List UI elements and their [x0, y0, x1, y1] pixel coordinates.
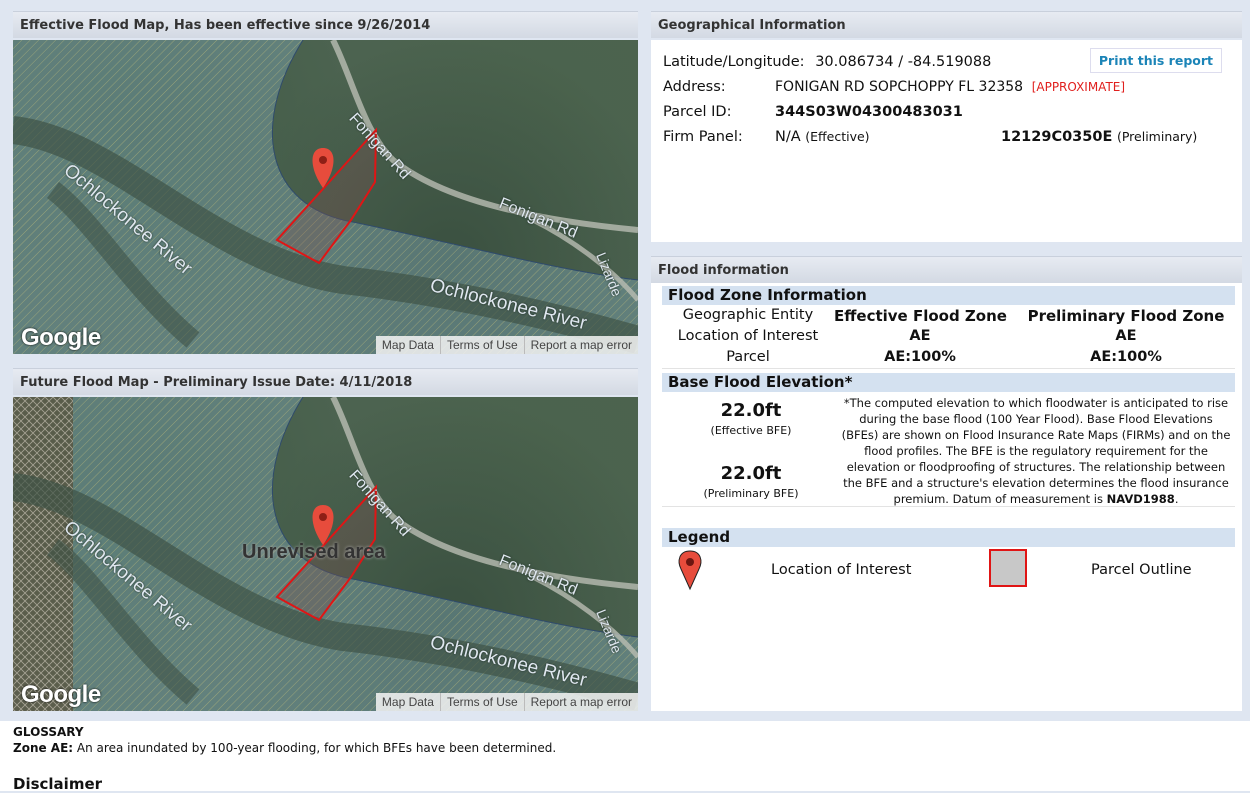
bfe-datum: NAVD1988	[1106, 492, 1175, 506]
disclaimer-title: Disclaimer	[13, 775, 103, 793]
flood-zone-title: Flood Zone Information	[662, 286, 1235, 305]
latlon-label: Latitude/Longitude:	[663, 54, 805, 70]
firm-preliminary-value: 12129C0350E	[1001, 129, 1113, 145]
google-logo[interactable]: Google	[21, 324, 101, 352]
terms-of-use-link[interactable]: Terms of Use	[439, 693, 524, 711]
row-parcel-preliminary: AE:100%	[1090, 349, 1162, 365]
bfe-title: Base Flood Elevation*	[662, 373, 1235, 392]
address-approximate-note: [APPROXIMATE]	[1031, 80, 1126, 94]
legend-pin-icon	[678, 550, 702, 591]
legend-parcel-swatch	[989, 549, 1027, 587]
latlon-value: 30.086734 / -84.519088	[815, 54, 992, 70]
bfe-effective-value: 22.0ft	[720, 400, 782, 421]
legend-location-label: Location of Interest	[771, 562, 912, 578]
report-map-error-link[interactable]: Report a map error	[523, 336, 638, 354]
bfe-preliminary-note: (Preliminary BFE)	[703, 487, 799, 500]
flood-info-panel: Flood Zone Information Geographic Entity…	[651, 283, 1242, 711]
firm-preliminary: 12129C0350E (Preliminary)	[1001, 129, 1197, 145]
effective-map-header: Effective Flood Map, Has been effective …	[13, 11, 638, 38]
firm-preliminary-note: (Preliminary)	[1116, 129, 1198, 144]
address-value-row: FONIGAN RD SOPCHOPPY FL 32358 [APPROXIMA…	[775, 79, 1125, 95]
latlon-row: Latitude/Longitude: 30.086734 / -84.5190…	[663, 54, 991, 70]
address-row: Address:	[663, 79, 726, 95]
google-logo[interactable]: Google	[21, 681, 101, 709]
parcel-label: Parcel ID:	[663, 104, 732, 120]
geo-info-panel: Print this report Latitude/Longitude: 30…	[651, 40, 1242, 242]
row-location-preliminary: AE	[1115, 328, 1137, 344]
divider	[662, 368, 1235, 369]
effective-flood-map[interactable]: Ochlockonee River Ochlockonee River Foni…	[13, 40, 638, 354]
col-preliminary-zone: Preliminary Flood Zone	[1027, 307, 1225, 325]
bfe-description-text: *The computed elevation to which floodwa…	[841, 396, 1231, 506]
glossary-zone-ae: Zone AE: An area inundated by 100-year f…	[13, 741, 556, 755]
terms-of-use-link[interactable]: Terms of Use	[439, 336, 524, 354]
address-label: Address:	[663, 79, 726, 95]
firm-effective-value: N/A	[775, 129, 801, 145]
glossary-zone-definition: An area inundated by 100-year flooding, …	[76, 741, 557, 755]
firm-panel-label: Firm Panel:	[663, 129, 743, 145]
unrevised-area-label: Unrevised area	[242, 541, 386, 563]
flood-info-header: Flood information	[651, 256, 1242, 283]
legend-parcel-label: Parcel Outline	[1091, 562, 1192, 578]
report-map-error-link[interactable]: Report a map error	[523, 693, 638, 711]
future-map-header: Future Flood Map - Preliminary Issue Dat…	[13, 368, 638, 395]
firm-effective: N/A (Effective)	[775, 129, 870, 145]
geo-info-header: Geographical Information	[651, 11, 1242, 38]
map-data-link[interactable]: Map Data	[376, 336, 440, 354]
row-parcel-label: Parcel	[726, 349, 770, 365]
map-footer: Map Data Terms of Use Report a map error	[375, 336, 638, 354]
col-effective-zone: Effective Flood Zone	[834, 307, 1007, 325]
print-report-button[interactable]: Print this report	[1089, 48, 1222, 73]
firm-panel-row: Firm Panel:	[663, 129, 743, 145]
glossary-title: GLOSSARY	[13, 725, 84, 739]
bfe-description: *The computed elevation to which floodwa…	[841, 396, 1231, 506]
firm-effective-note: (Effective)	[805, 129, 870, 144]
row-location-label: Location of Interest	[677, 328, 819, 344]
legend-title: Legend	[662, 528, 1235, 547]
row-location-effective: AE	[909, 328, 931, 344]
map-footer: Map Data Terms of Use Report a map error	[375, 693, 638, 711]
glossary-panel: GLOSSARY Zone AE: An area inundated by 1…	[0, 721, 1250, 793]
future-flood-map[interactable]: Ochlockonee River Ochlockonee River Foni…	[13, 397, 638, 711]
bfe-effective-note: (Effective BFE)	[710, 424, 792, 437]
glossary-zone-term: Zone AE:	[13, 741, 74, 755]
divider	[662, 506, 1235, 507]
address-value: FONIGAN RD SOPCHOPPY FL 32358	[775, 79, 1024, 95]
parcel-id-value: 344S03W04300483031	[775, 104, 963, 120]
map-data-link[interactable]: Map Data	[376, 693, 440, 711]
bfe-preliminary-value: 22.0ft	[720, 463, 782, 484]
row-parcel-effective: AE:100%	[884, 349, 956, 365]
parcel-row: Parcel ID:	[663, 104, 731, 120]
col-geographic-entity: Geographic Entity	[682, 307, 814, 323]
